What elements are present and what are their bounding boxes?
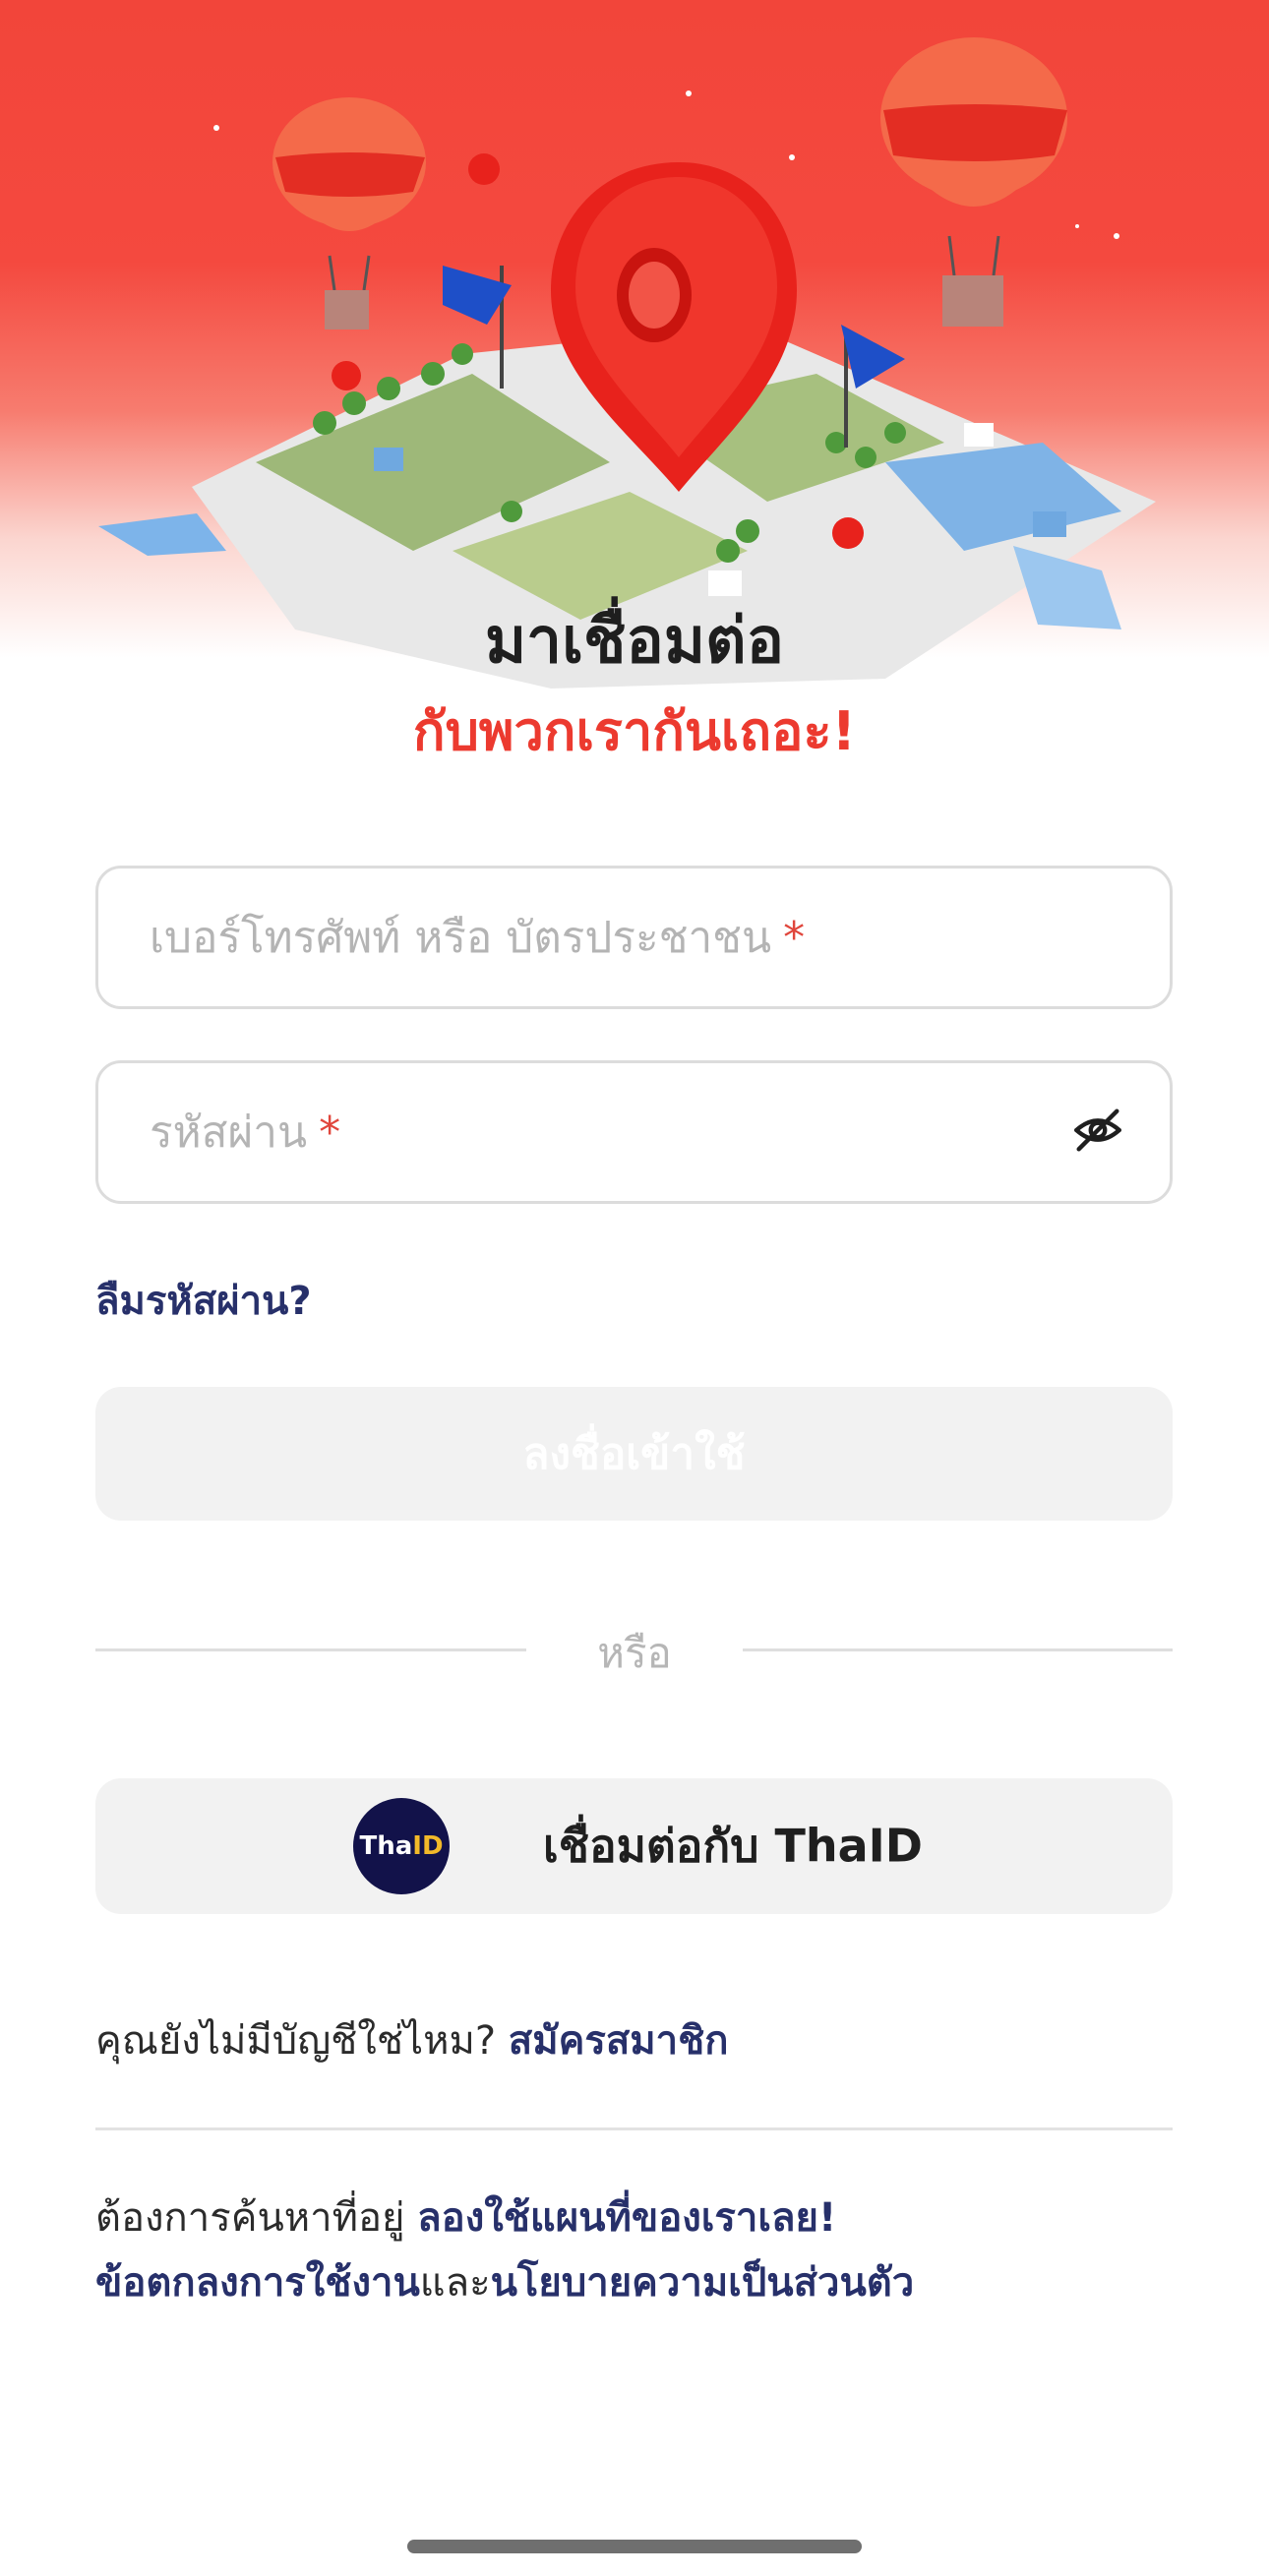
thaid-logo-icon: Tha ID	[353, 1798, 450, 1894]
password-field[interactable]: รหัสผ่าน *	[95, 1060, 1173, 1204]
id-number-placeholder-text: เบอร์โทรศัพท์ หรือ บัตรประชาชน	[150, 913, 772, 963]
legal-links-row: ข้อตกลงการใช้งานและนโยบายความเป็นส่วนตัว	[95, 2250, 914, 2313]
privacy-link[interactable]: นโยบายความเป็นส่วนตัว	[491, 2260, 915, 2306]
id-number-placeholder: เบอร์โทรศัพท์ หรือ บัตรประชาชน *	[150, 903, 805, 972]
balloon-icon	[880, 37, 1067, 327]
pin-icon	[468, 153, 500, 185]
login-button[interactable]: ลงชื่อเข้าใช้	[95, 1387, 1173, 1521]
password-placeholder-text: รหัสผ่าน	[150, 1108, 308, 1158]
required-mark: *	[783, 913, 806, 963]
thaid-button-label: เชื่อมต่อกับ ThaID	[543, 1819, 923, 1873]
signup-prompt: คุณยังไม่มีบัญชีใช่ไหม?	[95, 2018, 497, 2064]
paper-plane-icon	[98, 513, 226, 556]
forgot-password-link[interactable]: ลืมรหัสผ่าน?	[95, 1269, 312, 1332]
required-mark: *	[319, 1108, 341, 1158]
id-number-field[interactable]: เบอร์โทรศัพท์ หรือ บัตรประชาชน *	[95, 866, 1173, 1009]
signup-row: คุณยังไม่มีบัญชีใช่ไหม? สมัครสมาชิก	[95, 2008, 728, 2071]
page-title: มาเชื่อมต่อ	[484, 605, 785, 678]
pin-icon	[332, 361, 361, 390]
password-placeholder: รหัสผ่าน *	[150, 1098, 340, 1167]
or-divider-label: หรือ	[597, 1629, 672, 1677]
map-prompt-row: ต้องการค้นหาที่อยู่ ลองใช้แผนที่ของเราเล…	[95, 2186, 836, 2248]
thaid-logo-text: Tha	[359, 1831, 413, 1861]
page-subtitle: กับพวกเรากันเถอะ!	[412, 700, 857, 762]
balloon-icon	[272, 97, 426, 329]
eye-off-icon[interactable]	[1069, 1102, 1126, 1163]
pin-icon	[832, 517, 864, 549]
signup-link[interactable]: สมัครสมาชิก	[509, 2018, 729, 2064]
terms-link[interactable]: ข้อตกลงการใช้งาน	[95, 2260, 420, 2306]
section-divider	[95, 2127, 1173, 2130]
map-link[interactable]: ลองใช้แผนที่ของเราเลย!	[417, 2195, 836, 2241]
home-indicator[interactable]	[407, 2540, 862, 2553]
thaid-logo-id: ID	[412, 1831, 444, 1861]
divider-line-right	[743, 1648, 1173, 1651]
thaid-login-button[interactable]: Tha ID เชื่อมต่อกับ ThaID	[95, 1778, 1173, 1914]
legal-and-text: และ	[419, 2260, 491, 2306]
map-prompt: ต้องการค้นหาที่อยู่	[95, 2195, 405, 2241]
